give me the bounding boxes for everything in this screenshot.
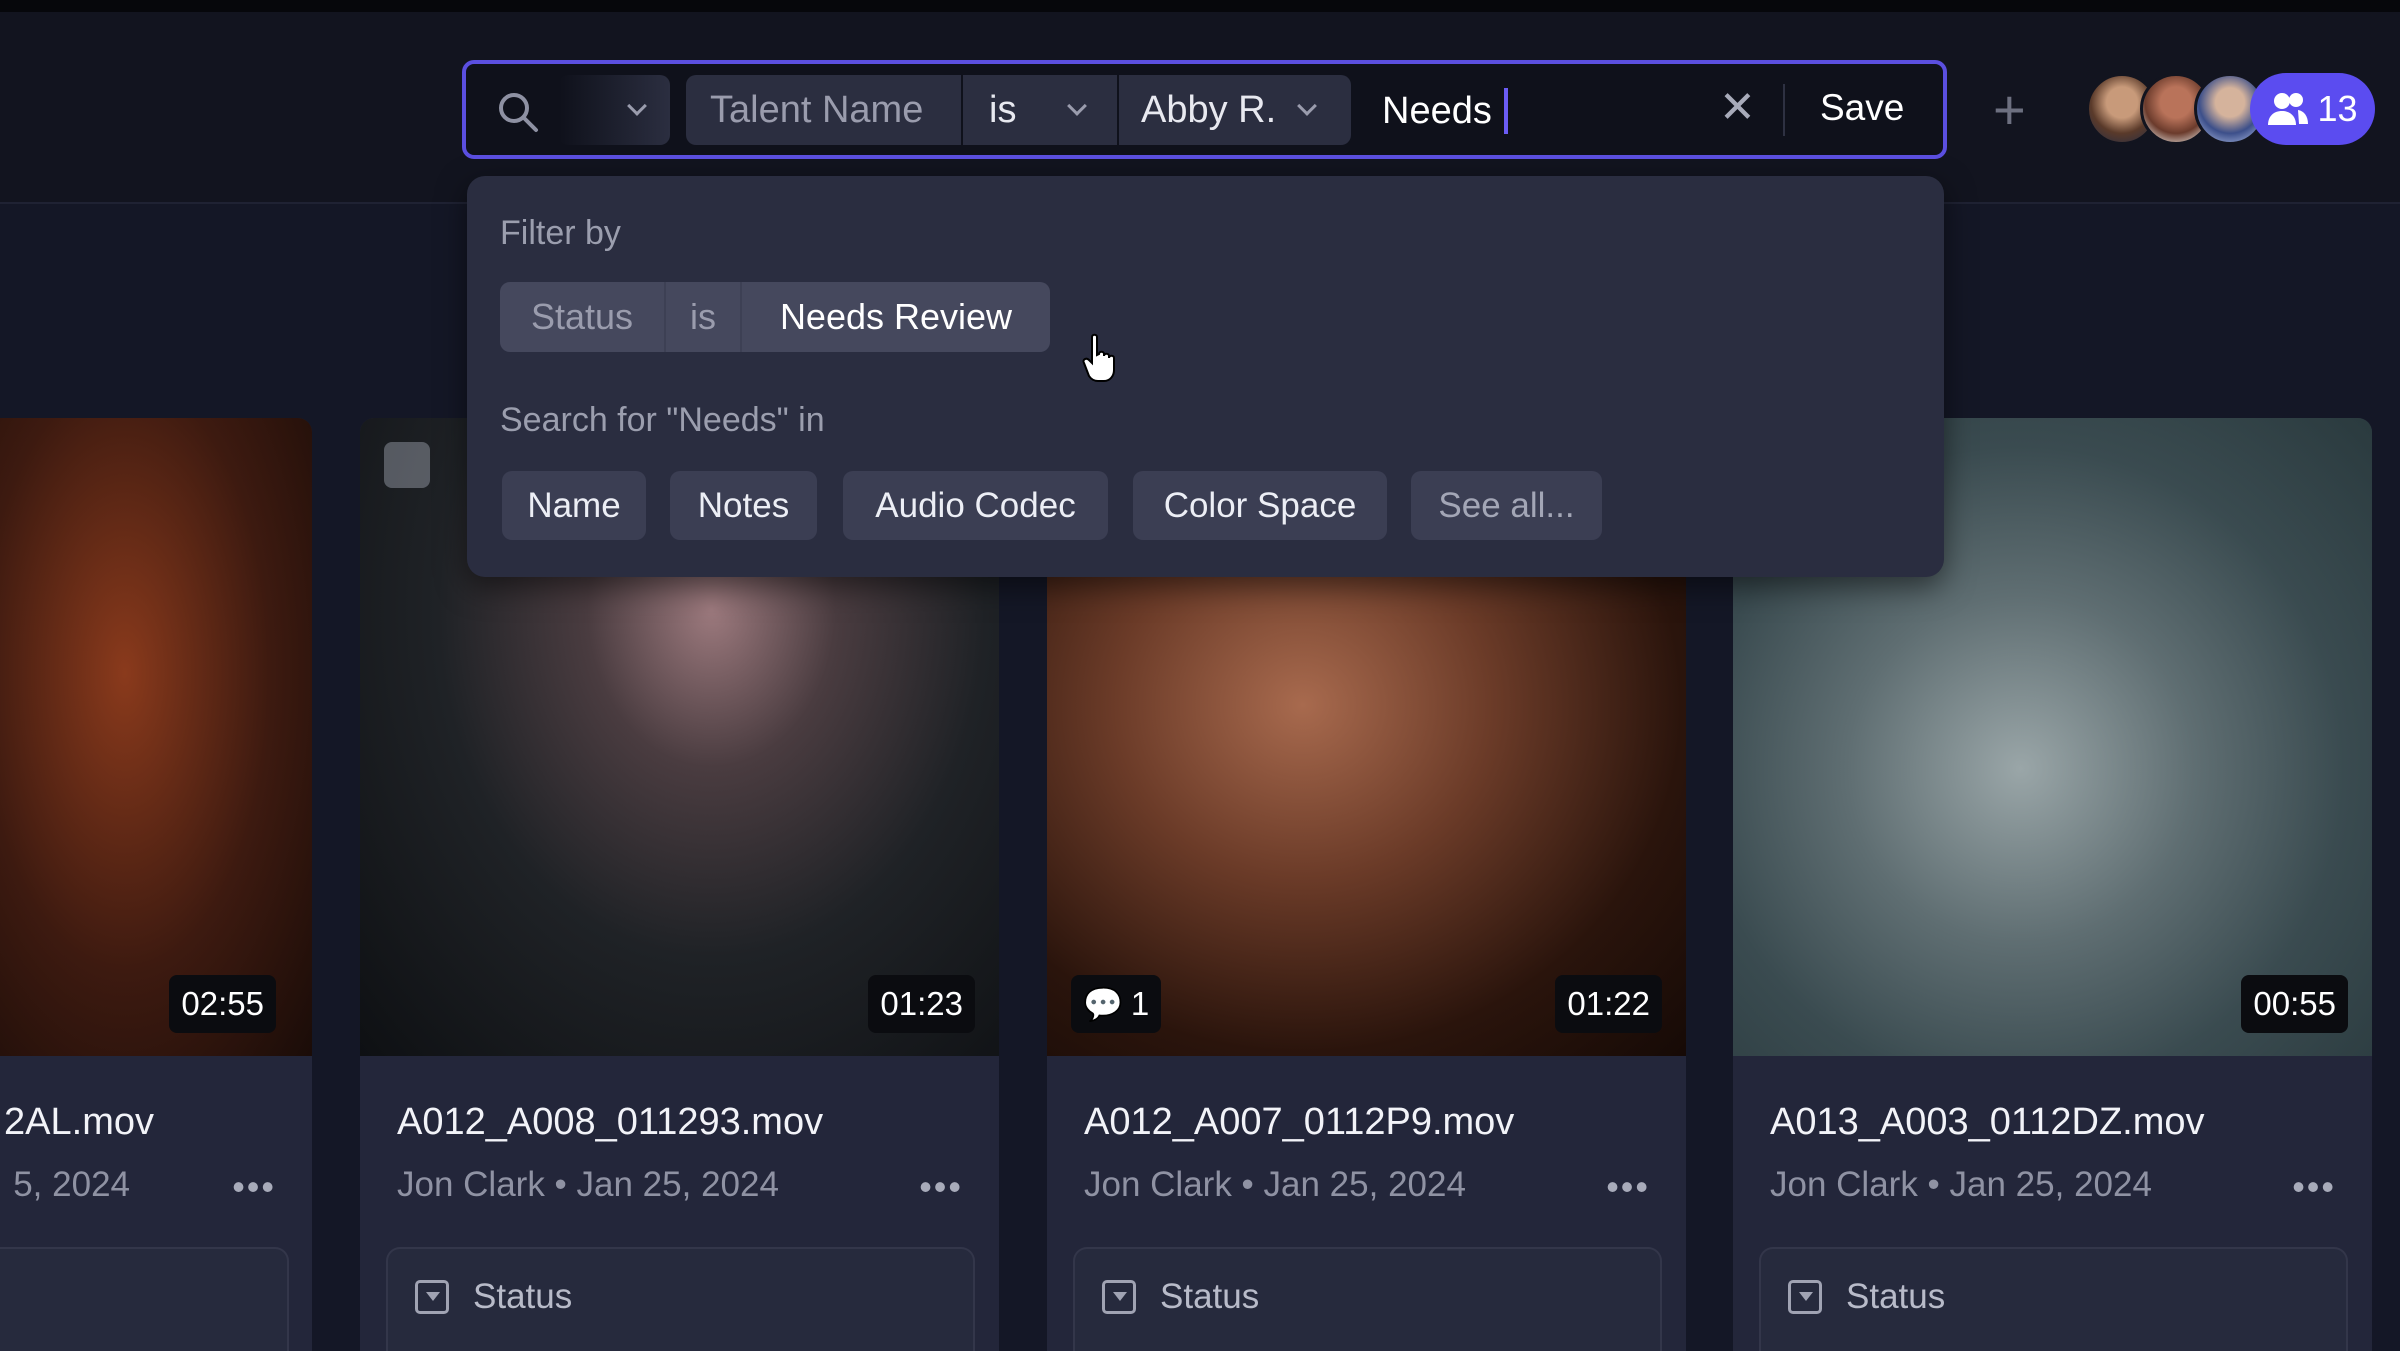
status-label: Status (1846, 1277, 1946, 1316)
divider (1783, 84, 1785, 136)
search-icon (499, 93, 538, 132)
file-name[interactable]: A012_A008_011293.mov (397, 1101, 823, 1144)
status-field[interactable]: Status (386, 1247, 975, 1351)
status-field[interactable] (0, 1247, 289, 1351)
file-name[interactable]: A013_A003_0112DZ.mov (1770, 1101, 2204, 1144)
search-field-notes[interactable]: Notes (670, 471, 817, 540)
file-name[interactable]: 2AL.mov (4, 1101, 154, 1144)
collaborators-badge[interactable]: 13 (2250, 73, 2375, 145)
duration-badge: 01:22 (1555, 975, 1662, 1033)
search-scope-dropdown[interactable] (559, 75, 670, 145)
status-field[interactable]: Status (1073, 1247, 1662, 1351)
search-field-audio-codec[interactable]: Audio Codec (843, 471, 1108, 540)
dropdown-field-icon (1102, 1280, 1136, 1314)
filter-value-label: Abby R. (1141, 88, 1277, 131)
more-options-icon[interactable]: ••• (232, 1166, 276, 1208)
file-name[interactable]: A012_A007_0112P9.mov (1084, 1101, 1514, 1144)
suggested-filter-operator: is (666, 282, 742, 352)
filter-operator-label: is (989, 88, 1017, 131)
dropdown-field-icon (1788, 1280, 1822, 1314)
chevron-down-icon (1297, 96, 1318, 116)
window-top-edge (0, 0, 2400, 12)
file-meta: Jon Clark • Jan 25, 2024 (397, 1165, 779, 1204)
save-button[interactable]: Save (1820, 87, 1904, 129)
status-field[interactable]: Status (1759, 1247, 2348, 1351)
suggested-filter-status-needs-review[interactable]: Status is Needs Review (500, 282, 1050, 352)
text-cursor (1503, 88, 1508, 134)
dropdown-field-icon (415, 1280, 449, 1314)
status-label: Status (1160, 1277, 1260, 1316)
search-suggestions-dropdown: Filter by Status is Needs Review Search … (467, 176, 1944, 577)
comment-count: 1 (1130, 985, 1150, 1022)
users-icon (2268, 93, 2309, 125)
duration-badge: 02:55 (169, 975, 276, 1033)
duration-badge: 00:55 (2241, 975, 2348, 1033)
clear-icon[interactable]: ✕ (1719, 82, 1756, 133)
filter-field-label: Talent Name (710, 88, 924, 131)
select-checkbox[interactable] (384, 442, 430, 488)
more-options-icon[interactable]: ••• (1606, 1166, 1650, 1208)
filter-value[interactable]: Abby R. (1119, 75, 1351, 145)
filter-operator[interactable]: is (963, 75, 1117, 145)
hand-cursor-icon (1082, 333, 1115, 382)
file-meta: Jon Clark • Jan 25, 2024 (1770, 1165, 2152, 1204)
comments-badge[interactable]: 💬 1 (1071, 975, 1162, 1033)
status-label: Status (473, 1277, 573, 1316)
suggested-filter-field: Status (500, 282, 666, 352)
file-meta: Jon Clark • Jan 25, 2024 (1084, 1165, 1466, 1204)
search-field-name[interactable]: Name (502, 471, 646, 540)
add-icon[interactable]: + (1993, 82, 2026, 138)
comment-icon: 💬 (1083, 986, 1123, 1022)
asset-card[interactable]: 02:55 2AL.mov 5, 2024 ••• (0, 418, 312, 1351)
more-options-icon[interactable]: ••• (919, 1166, 963, 1208)
collaborators-count: 13 (2317, 88, 2358, 129)
duration-badge: 01:23 (868, 975, 975, 1033)
suggested-filter-value: Needs Review (779, 296, 1013, 337)
search-input[interactable]: Needs (1382, 88, 1508, 134)
filter-field[interactable]: Talent Name (686, 75, 961, 145)
search-bar[interactable]: Talent Name is Abby R. Needs ✕ Save (462, 60, 1947, 159)
see-all-fields-button[interactable]: See all... (1411, 471, 1602, 540)
chevron-down-icon (1067, 96, 1088, 116)
file-meta: 5, 2024 (13, 1165, 130, 1204)
chevron-down-icon (627, 96, 647, 116)
search-query: Needs (1382, 89, 1492, 132)
more-options-icon[interactable]: ••• (2292, 1166, 2336, 1208)
search-field-color-space[interactable]: Color Space (1133, 471, 1387, 540)
filter-by-heading: Filter by (500, 214, 621, 252)
search-in-heading: Search for "Needs" in (500, 401, 825, 439)
thumbnail[interactable] (0, 418, 312, 1056)
